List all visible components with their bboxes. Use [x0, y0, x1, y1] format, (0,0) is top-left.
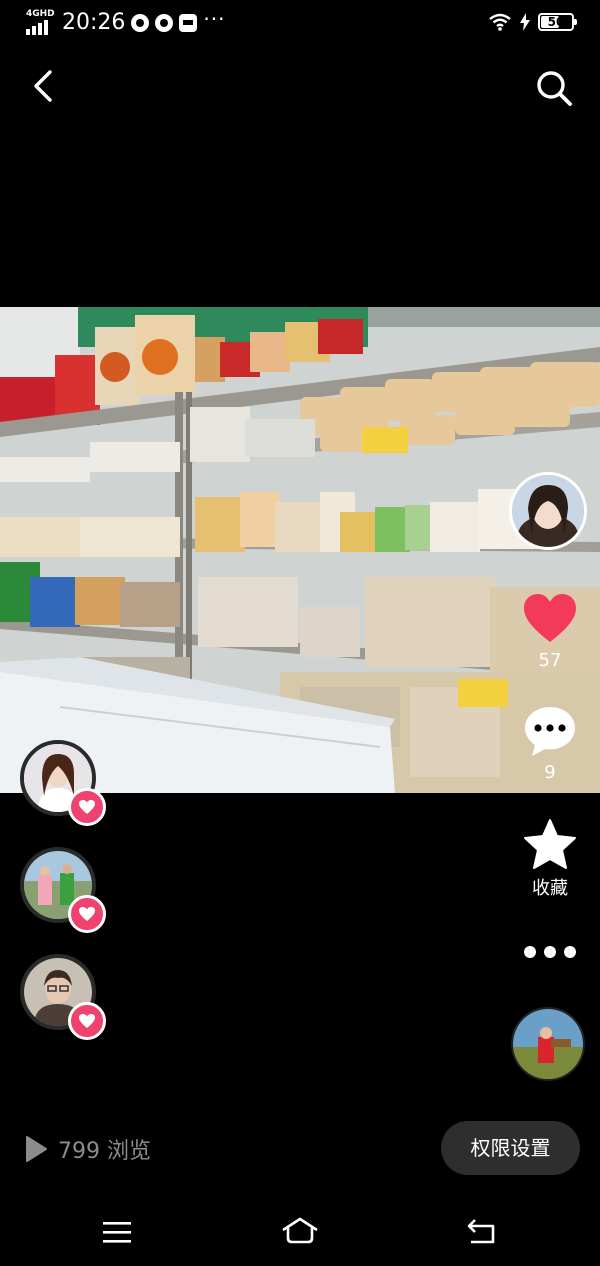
play-icon: [26, 1136, 47, 1162]
cellular-signal-icon: 4GHD: [26, 8, 55, 35]
view-count: 799 浏览: [24, 1133, 151, 1165]
back-arrow-icon[interactable]: [26, 66, 66, 106]
system-navigation-bar: [0, 1200, 600, 1266]
status-bar: 4GHD 20:26 ··· 50: [0, 0, 600, 48]
liked-heart-badge: [68, 788, 106, 826]
favorite-star-icon[interactable]: [522, 818, 578, 872]
like-heart-icon[interactable]: [522, 592, 578, 646]
author-avatar[interactable]: [509, 472, 587, 550]
liked-heart-badge: [68, 895, 106, 933]
video-notification-icon: [155, 13, 174, 32]
view-count-label: 799 浏览: [58, 1139, 151, 1164]
network-type: 4GHD: [26, 8, 55, 19]
comment-icon[interactable]: [522, 704, 578, 758]
liker-1[interactable]: [20, 740, 110, 830]
home-icon[interactable]: [280, 1216, 320, 1246]
wifi-icon: [489, 13, 511, 31]
charging-icon: [520, 13, 530, 31]
like-count: 57: [538, 650, 562, 671]
battery-level: 50: [547, 15, 565, 29]
mail-notification-icon: [179, 13, 198, 32]
back-nav-icon[interactable]: [465, 1218, 499, 1246]
video-player[interactable]: [0, 307, 600, 793]
permission-settings-button[interactable]: 权限设置: [441, 1121, 580, 1175]
liked-heart-badge: [68, 1002, 106, 1040]
menu-icon[interactable]: [101, 1220, 133, 1244]
app-notification-icon: [131, 13, 150, 32]
music-disc-avatar[interactable]: [511, 1007, 585, 1081]
battery-icon: 50: [538, 13, 577, 31]
comment-count: 9: [544, 762, 556, 783]
favorite-label: 收藏: [532, 878, 568, 899]
liker-3[interactable]: [20, 954, 110, 1044]
video-frame: [0, 307, 600, 793]
status-time: 20:26: [62, 10, 126, 35]
more-options-icon[interactable]: [524, 940, 576, 964]
more-notifications-icon: ···: [203, 6, 226, 31]
search-icon[interactable]: [532, 66, 576, 110]
liker-2[interactable]: [20, 847, 110, 937]
